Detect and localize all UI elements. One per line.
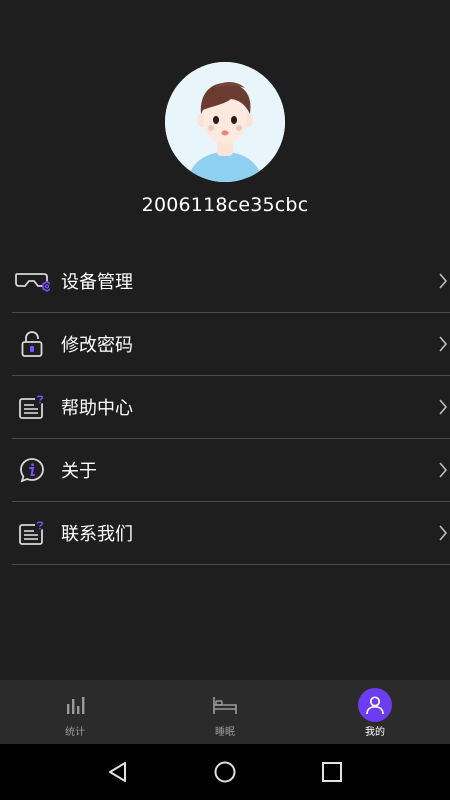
chevron-right-icon [439,525,448,541]
lock-icon [14,326,50,362]
menu-label: 关于 [61,461,97,482]
chevron-right-icon [439,273,448,289]
menu-item-device-management[interactable]: 设备管理 [12,250,450,313]
menu-label: 修改密码 [61,335,133,356]
system-navigation-bar [0,744,450,800]
info-chat-icon [14,452,50,488]
menu-label: 联系我们 [61,524,133,545]
vr-headset-settings-icon [14,263,50,299]
person-icon [358,688,392,722]
chevron-right-icon [439,399,448,415]
settings-menu: 设备管理 修改密码 帮助中心 关于 联系我们 [12,250,450,565]
chevron-right-icon [439,336,448,352]
menu-label: 设备管理 [61,272,133,293]
contact-document-icon [14,515,50,551]
tab-sleep[interactable]: 睡眠 [150,680,300,744]
menu-item-contact-us[interactable]: 联系我们 [12,502,450,565]
username: 2006118ce35cbc [141,194,309,216]
bed-icon [212,692,238,718]
back-triangle-icon[interactable] [106,760,130,784]
avatar[interactable] [165,62,285,182]
profile-screen: 2006118ce35cbc 设备管理 修改密码 帮助中心 关于 联系我们 [0,0,450,680]
recents-square-icon[interactable] [320,760,344,784]
tab-label: 统计 [65,727,85,738]
menu-item-about[interactable]: 关于 [12,439,450,502]
tab-profile[interactable]: 我的 [300,680,450,744]
menu-label: 帮助中心 [61,398,133,419]
home-circle-icon[interactable] [213,760,237,784]
tab-statistics[interactable]: 统计 [0,680,150,744]
tab-label: 睡眠 [215,727,235,738]
avatar-illustration [165,62,285,182]
help-document-icon [14,389,50,425]
bar-chart-icon [62,692,88,718]
menu-item-help-center[interactable]: 帮助中心 [12,376,450,439]
menu-item-change-password[interactable]: 修改密码 [12,313,450,376]
tab-label: 我的 [365,727,385,738]
bottom-tab-bar: 统计 睡眠 我的 [0,680,450,744]
chevron-right-icon [439,462,448,478]
